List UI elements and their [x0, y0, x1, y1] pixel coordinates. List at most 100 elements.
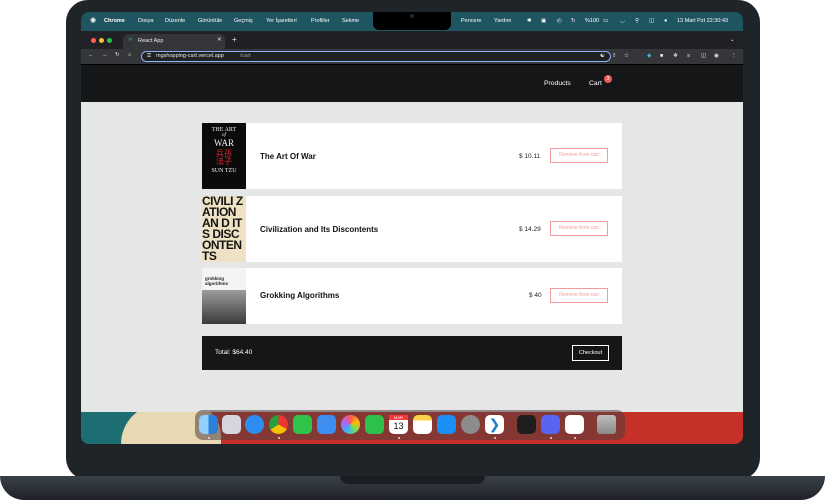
profile-status-icon[interactable]: ● [664, 18, 667, 24]
launchpad-icon[interactable] [222, 415, 241, 434]
settings-icon[interactable] [461, 415, 480, 434]
book-title: Civilization and Its Discontents [260, 225, 379, 234]
menu-history[interactable]: Geçmiş [234, 18, 253, 24]
remove-from-cart-button[interactable]: Remove from cart [550, 148, 608, 163]
trash-icon[interactable] [597, 415, 616, 434]
extension-icon[interactable]: ■ [660, 53, 663, 59]
url-path[interactable]: /cart [240, 53, 251, 59]
apple-menu-icon[interactable]: ◉ [90, 16, 96, 24]
tab-close-icon[interactable]: ✕ [217, 37, 222, 43]
book-cover-civilization: CIVILI ZATION AN D ITS DISC ONTENTS [202, 196, 246, 262]
mail-icon[interactable] [317, 415, 336, 434]
book-title: Grokking Algorithms [260, 291, 340, 300]
share-icon[interactable]: ⇧ [612, 53, 617, 59]
menu-profiles[interactable]: Profiller [311, 18, 330, 24]
wifi-icon[interactable]: ◡ [620, 18, 625, 24]
checkout-button[interactable]: Checkout [572, 345, 609, 361]
menu-edit[interactable]: Düzenle [165, 18, 185, 24]
vscode-icon[interactable]: ❯ [485, 415, 504, 434]
menu-bookmarks[interactable]: Yer İşaretleri [266, 18, 297, 24]
window-minimize-icon[interactable] [99, 38, 104, 43]
control-center-icon[interactable]: ◫ [649, 18, 654, 24]
book-price: $ 14.29 [519, 226, 541, 233]
facetime-icon[interactable] [365, 415, 384, 434]
translate-icon[interactable]: ☯ [600, 53, 605, 59]
book-title: The Art Of War [260, 152, 316, 161]
cover-text: grokking algorithms [205, 276, 229, 286]
book-price: $ 10.11 [519, 153, 541, 160]
menu-tab[interactable]: Sekme [342, 18, 359, 24]
cart-total: Total: $64.40 [215, 349, 253, 356]
app-store-icon[interactable] [437, 415, 456, 434]
calendar-day: 13 [393, 421, 404, 431]
lock-icon[interactable]: ⚿ [147, 53, 151, 60]
cover-calligraphy: 兵孫 法子 [216, 149, 232, 166]
cart-item: grokking algorithms Grokking Algorithms … [202, 268, 622, 324]
cover-illustration [202, 290, 246, 324]
book-price: $ 40 [529, 292, 542, 299]
dock-running-indicator [550, 437, 552, 439]
profile-avatar[interactable]: ◉ [714, 53, 719, 59]
dock-running-indicator [494, 437, 496, 439]
window-close-icon[interactable] [91, 38, 96, 43]
sync-status-icon[interactable]: ↻ [571, 18, 576, 24]
messages-icon[interactable] [293, 415, 312, 434]
menu-view[interactable]: Görüntüle [198, 18, 222, 24]
battery-percent[interactable]: %100 [585, 18, 599, 24]
calendar-icon[interactable]: MAR 13 [389, 415, 408, 434]
app-header [81, 65, 743, 102]
back-icon[interactable]: ← [88, 52, 94, 58]
reload-icon[interactable]: ↻ [115, 52, 120, 58]
cover-author: SUN TZU [211, 168, 237, 174]
photos-icon[interactable] [341, 415, 360, 434]
reading-list-icon[interactable]: ≡ [687, 53, 690, 59]
spotlight-search-icon[interactable]: ⚲ [635, 18, 639, 24]
menu-window[interactable]: Pencere [461, 18, 482, 24]
book-cover-grokking: grokking algorithms [202, 268, 246, 324]
menu-help[interactable]: Yardım [494, 18, 511, 24]
bluetooth-icon[interactable]: ✱ [527, 18, 532, 24]
slack-icon[interactable] [565, 415, 584, 434]
dock-running-indicator [398, 437, 400, 439]
cart-item: CIVILI ZATION AN D ITS DISC ONTENTS Civi… [202, 196, 622, 262]
menu-file[interactable]: Dosya [138, 18, 154, 24]
remove-from-cart-button[interactable]: Remove from cart [550, 288, 608, 303]
extensions-puzzle-icon[interactable]: ❖ [673, 53, 678, 59]
dock-running-indicator [208, 437, 210, 439]
cover-text: WAR [214, 138, 234, 148]
nav-cart-link[interactable]: Cart [589, 80, 602, 87]
forward-icon[interactable]: → [102, 52, 108, 58]
notes-icon[interactable] [413, 415, 432, 434]
menubar-app-name[interactable]: Chrome [104, 18, 125, 24]
status-icon[interactable]: ▣ [541, 18, 546, 24]
screen: ◉ Chrome Dosya Düzenle Görüntüle Geçmiş … [81, 12, 743, 444]
safari-icon[interactable] [245, 415, 264, 434]
finder-icon[interactable] [199, 415, 218, 434]
dock-running-indicator [574, 437, 576, 439]
laptop-hinge [340, 476, 485, 484]
cover-text: CIVILI ZATION AN D ITS DISC ONTENTS [202, 196, 243, 262]
extension-icon[interactable]: ◆ [647, 53, 651, 59]
nav-products-link[interactable]: Products [544, 80, 571, 87]
tab-search-icon[interactable]: ⌄ [730, 37, 735, 43]
discord-icon[interactable] [541, 415, 560, 434]
new-tab-icon[interactable]: + [232, 35, 237, 44]
window-maximize-icon[interactable] [107, 38, 112, 43]
bookmark-star-icon[interactable]: ☆ [624, 53, 629, 59]
chrome-icon[interactable] [269, 415, 288, 434]
menubar-datetime[interactable]: 13 Mart Pzt 22:30:43 [677, 18, 728, 24]
home-icon[interactable]: ⌂ [128, 52, 131, 58]
cart-item: THE ART of WAR 兵孫 法子 SUN TZU The Art Of W… [202, 123, 622, 189]
react-favicon-icon: ⚛ [128, 37, 133, 43]
chrome-menu-icon[interactable]: ⋮ [731, 53, 737, 59]
battery-icon[interactable]: ▭ [603, 18, 608, 24]
side-panel-icon[interactable]: ◫ [701, 53, 706, 59]
clock-status-icon[interactable]: ◴ [557, 18, 562, 24]
url-host[interactable]: mgshopping-cart.vercel.app [156, 53, 224, 59]
dock-running-indicator [278, 437, 280, 439]
figma-icon[interactable] [517, 415, 536, 434]
camera-icon [410, 14, 414, 18]
tab-title[interactable]: React App [138, 38, 163, 44]
cart-count-badge: 3 [604, 75, 612, 83]
remove-from-cart-button[interactable]: Remove from cart [550, 221, 608, 236]
